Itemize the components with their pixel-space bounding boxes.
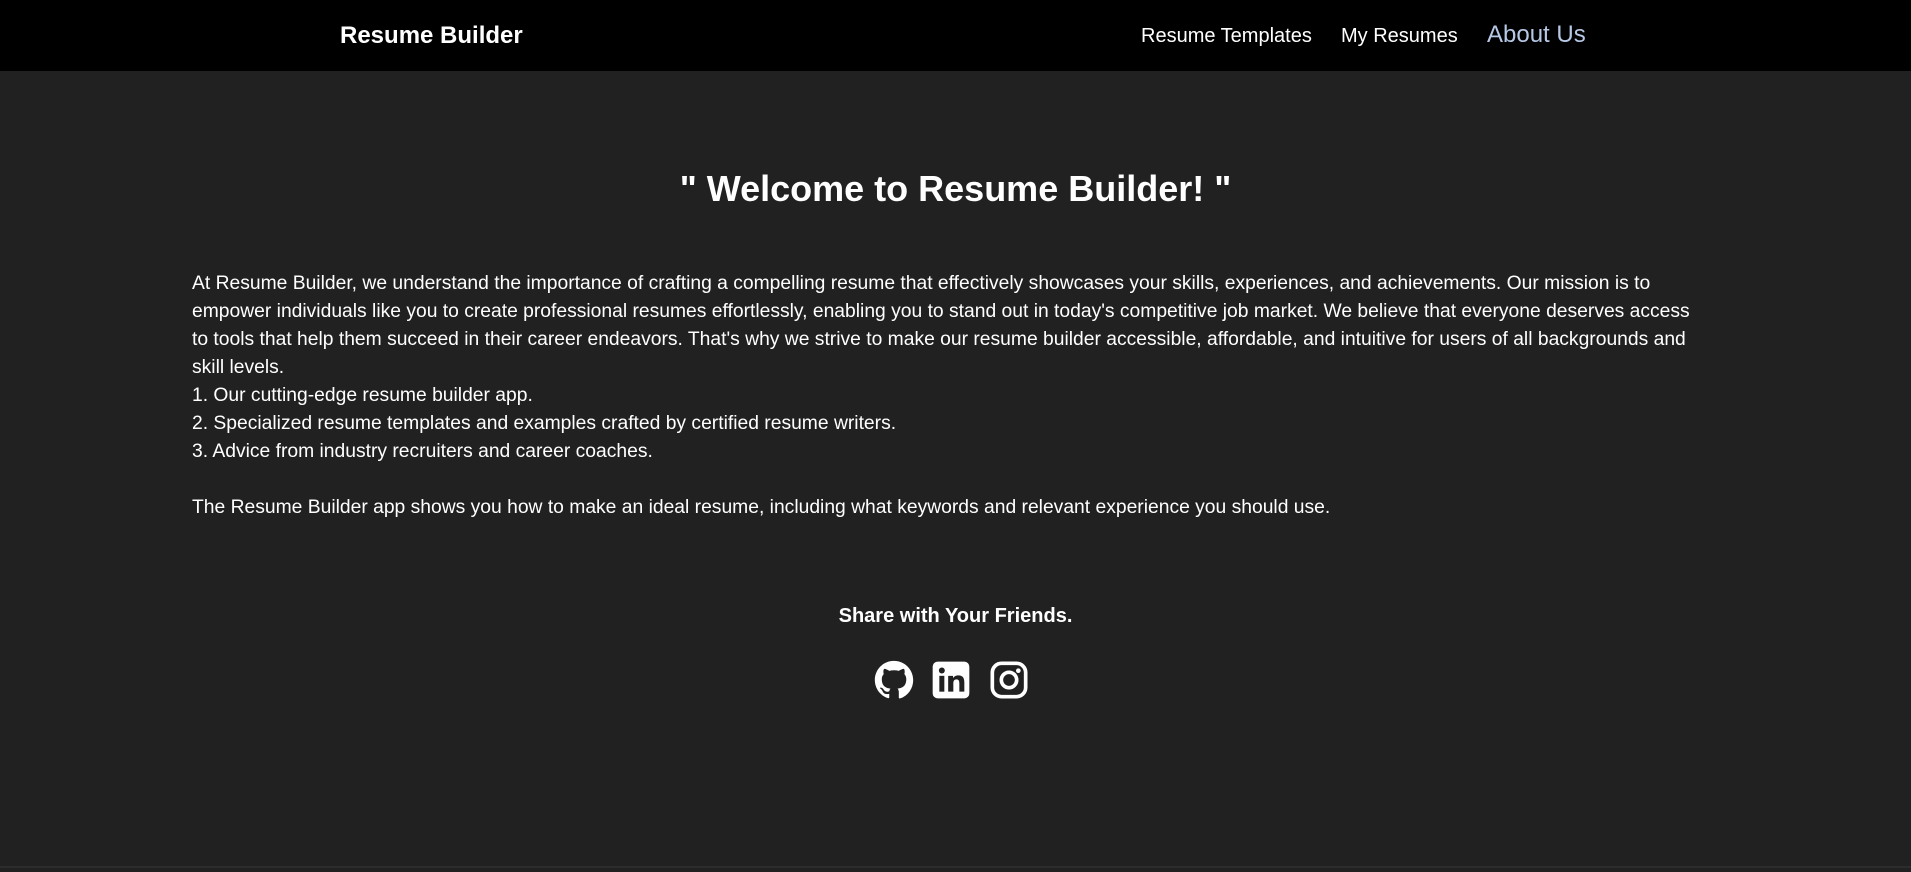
list-item: 3. Advice from industry recruiters and c… [192,441,653,462]
mission-paragraph: At Resume Builder, we understand the imp… [192,273,1690,378]
nav-my-resumes-link[interactable]: My Resumes [1341,20,1458,52]
list-item: 1. Our cutting-edge resume builder app. [192,385,533,406]
nav-resume-templates-link[interactable]: Resume Templates [1141,20,1312,52]
brand-logo-link[interactable]: Resume Builder [340,20,523,52]
instagram-icon[interactable] [989,660,1029,700]
list-item: 2. Specialized resume templates and exam… [192,413,897,434]
social-links [872,660,1042,700]
footer-divider [0,866,1911,868]
page-title: " Welcome to Resume Builder! " [679,168,1232,209]
github-icon[interactable] [874,660,914,700]
top-navbar: Resume Builder Resume Templates My Resum… [0,0,1911,71]
linkedin-icon[interactable] [931,660,971,700]
closing-paragraph: The Resume Builder app shows you how to … [192,497,1331,518]
about-content: At Resume Builder, we understand the imp… [192,270,1702,522]
nav-about-us-link[interactable]: About Us [1487,19,1586,51]
share-heading: Share with Your Friends. [838,605,1073,627]
